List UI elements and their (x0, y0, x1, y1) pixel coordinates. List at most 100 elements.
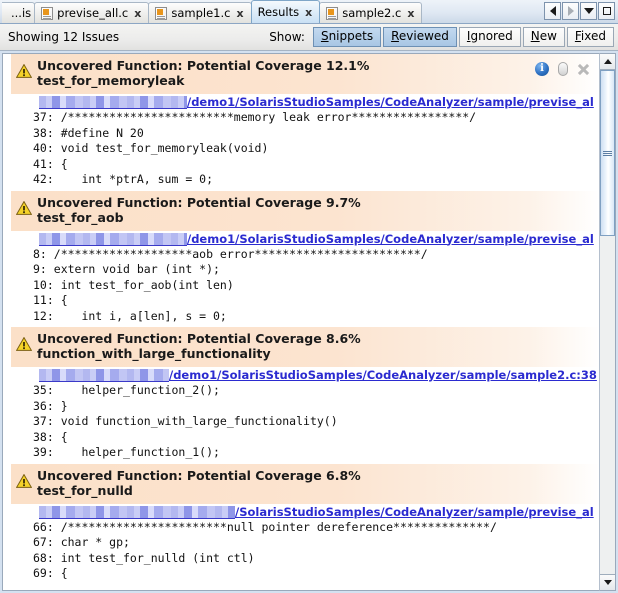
editor-tab-sample1-c[interactable]: sample1.c x (148, 2, 252, 23)
issue-snippet: /demo1/SolarisStudioSamples/CodeAnalyzer… (3, 230, 599, 327)
tab-close-icon[interactable]: x (236, 8, 243, 19)
left-arrow-icon (549, 6, 556, 16)
tab-list-dropdown-button[interactable] (580, 2, 597, 20)
issue-title: Uncovered Function: Potential Coverage 1… (37, 58, 370, 73)
c-file-icon (326, 6, 339, 20)
issue-note-icon[interactable] (558, 62, 568, 76)
editor-tab-previse-all-c[interactable]: previse_all.c x (34, 2, 150, 23)
filter-button-new[interactable]: New (522, 27, 565, 47)
scrollbar-thumb[interactable] (600, 70, 615, 237)
filter-label-rest: eviewed (398, 29, 449, 43)
issue-list-pane: Uncovered Function: Potential Coverage 1… (2, 53, 599, 591)
scrollbar-track[interactable] (600, 70, 615, 574)
maximize-icon (602, 7, 611, 15)
chevron-down-icon (583, 8, 594, 14)
grip-icon (603, 150, 612, 156)
code-line: 12: int i, a[len], s = 0; (33, 308, 227, 323)
tab-close-icon[interactable]: x (134, 8, 141, 19)
issue-dismiss-icon[interactable] (577, 63, 590, 76)
redacted-path-prefix (39, 505, 235, 519)
filter-button-snippets[interactable]: Snippets (312, 27, 382, 47)
filter-label-rest: gnored (470, 29, 513, 43)
issue-header[interactable]: Uncovered Function: Potential Coverage 9… (11, 190, 599, 231)
issue-item[interactable]: Uncovered Function: Potential Coverage 9… (3, 190, 599, 327)
tab-close-icon[interactable]: x (407, 8, 414, 19)
code-line: 41: { (33, 156, 68, 171)
triangle-down-icon (603, 580, 612, 585)
warning-triangle-icon (15, 336, 33, 351)
code-line: 66: /***********************null pointer… (33, 519, 497, 534)
maximize-window-button[interactable] (598, 2, 615, 20)
issue-snippet: /SolarisStudioSamples/CodeAnalyzer/sampl… (3, 503, 599, 585)
issue-path-link[interactable]: /demo1/SolarisStudioSamples/CodeAnalyzer… (187, 232, 594, 246)
redacted-path-prefix (39, 369, 169, 382)
issue-function-name: test_for_aob (37, 209, 124, 225)
vertical-scrollbar[interactable] (599, 53, 616, 591)
code-line: 9: extern void bar (int *); (33, 262, 220, 276)
filter-button-fixed[interactable]: Fixed (566, 27, 614, 47)
scroll-tabs-right-button[interactable] (562, 2, 579, 20)
warning-triangle-icon (15, 200, 33, 215)
code-line: 35: helper_function_2(); (33, 383, 220, 397)
issue-path-row[interactable]: /demo1/SolarisStudioSamples/CodeAnalyzer… (3, 95, 599, 110)
code-line: 68: int test_for_nulld (int ctl) (33, 550, 255, 565)
code-line: 10: int test_for_aob(int len) (33, 277, 234, 292)
c-file-icon (155, 6, 168, 20)
filter-label-rest: ixed (580, 29, 606, 43)
editor-tab-results[interactable]: Results x (250, 0, 321, 23)
issue-path-link[interactable]: /demo1/SolarisStudioSamples/CodeAnalyzer… (187, 96, 594, 109)
editor-tab--is[interactable]: ...is (2, 2, 36, 23)
editor-tab-sample2-c[interactable]: sample2.c x (319, 2, 423, 23)
tab-label: ...is (11, 6, 32, 20)
code-line: 8: /*******************aob error********… (33, 246, 428, 261)
tab-close-icon[interactable]: x (305, 7, 312, 18)
issue-info-icon[interactable]: i (535, 62, 549, 76)
tab-label: sample2.c (342, 6, 402, 20)
code-line: 36: } (33, 398, 68, 413)
issue-count-status: Showing 12 Issues (8, 30, 120, 44)
issue-item[interactable]: Uncovered Function: Potential Coverage 1… (3, 54, 599, 191)
issue-header[interactable]: Uncovered Function: Potential Coverage 8… (11, 327, 599, 367)
issue-actions: i (535, 62, 590, 76)
editor-tab-bar: ...is previse_all.c x sample1.c x Results x sam… (0, 0, 618, 24)
results-window: ...is previse_all.c x sample1.c x Results x sam… (0, 0, 618, 593)
code-line: 39: helper_function_1(); (33, 445, 220, 459)
filter-button-ignored[interactable]: Ignored (458, 27, 521, 47)
issue-path-link[interactable]: /demo1/SolarisStudioSamples/CodeAnalyzer… (169, 369, 597, 382)
scroll-tabs-left-button[interactable] (544, 2, 561, 20)
filter-mnemonic: R (391, 29, 399, 43)
triangle-up-icon (603, 59, 612, 64)
tab-label: previse_all.c (57, 6, 129, 20)
c-file-icon (41, 6, 54, 20)
show-filters-label: Show: (269, 30, 305, 44)
results-toolbar: Showing 12 Issues Show: Snippets Reviewed… (0, 24, 618, 51)
code-line: 69: { (33, 566, 68, 580)
warning-triangle-icon (15, 200, 33, 215)
filter-label-rest: nippets (328, 29, 374, 43)
results-body: Uncovered Function: Potential Coverage 1… (0, 51, 618, 593)
filter-button-group: Snippets Reviewed Ignored New Fixed (311, 27, 614, 47)
warning-triangle-icon (15, 336, 33, 351)
issue-function-name: test_for_memoryleak (37, 73, 185, 88)
filter-label-rest: ew (539, 29, 557, 43)
warning-triangle-icon (15, 473, 33, 488)
tab-label: sample1.c (171, 6, 231, 20)
scroll-up-button[interactable] (600, 54, 615, 70)
issue-header[interactable]: Uncovered Function: Potential Coverage 6… (11, 463, 599, 504)
issue-header[interactable]: Uncovered Function: Potential Coverage 1… (11, 54, 599, 94)
issue-path-row[interactable]: /SolarisStudioSamples/CodeAnalyzer/sampl… (3, 505, 599, 520)
issue-item[interactable]: Uncovered Function: Potential Coverage 6… (3, 463, 599, 585)
code-line: 11: { (33, 293, 68, 307)
issue-item[interactable]: Uncovered Function: Potential Coverage 8… (3, 327, 599, 464)
issue-path-link[interactable]: /SolarisStudioSamples/CodeAnalyzer/sampl… (235, 505, 594, 519)
code-line: 37: /************************memory leak… (33, 110, 477, 124)
scroll-down-button[interactable] (600, 574, 615, 590)
right-arrow-icon (567, 6, 574, 16)
filter-button-reviewed[interactable]: Reviewed (383, 27, 457, 47)
redacted-path-prefix (39, 96, 187, 109)
code-line: 42: int *ptrA, sum = 0; (33, 172, 214, 186)
issue-path-row[interactable]: /demo1/SolarisStudioSamples/CodeAnalyzer… (3, 232, 599, 247)
issue-path-row[interactable]: /demo1/SolarisStudioSamples/CodeAnalyzer… (3, 368, 599, 383)
filter-mnemonic: N (530, 29, 540, 43)
code-line: 40: void test_for_memoryleak(void) (33, 141, 269, 155)
